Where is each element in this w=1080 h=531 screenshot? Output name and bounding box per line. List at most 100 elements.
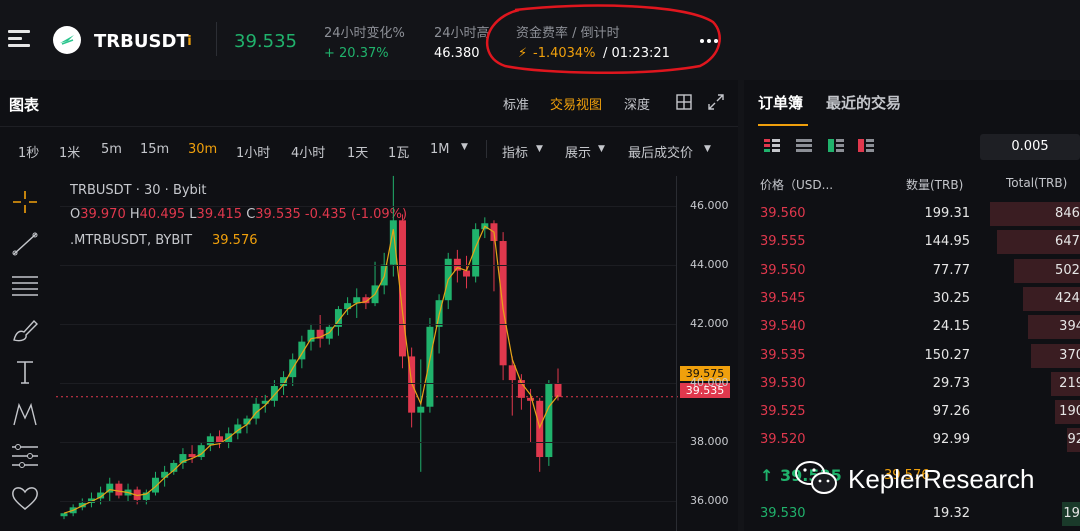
ask-qty: 97.26 — [932, 404, 970, 420]
tab-orderbook[interactable]: 订单簿 — [758, 92, 803, 113]
ask-price: 39.540 — [760, 319, 806, 335]
symbol-name[interactable]: TRBUSDT — [94, 31, 189, 52]
y-tick-label: 44.000 — [690, 257, 729, 271]
y-tick-label: 42.000 — [690, 316, 729, 330]
candle-body — [426, 326, 434, 407]
crosshair-icon[interactable] — [10, 188, 40, 216]
candle-body — [115, 483, 123, 496]
candle-body — [463, 270, 471, 277]
ask-row[interactable]: 39.530 29.73 219 — [744, 370, 1080, 396]
ask-qty: 92.99 — [932, 432, 970, 448]
tab-recent-trades[interactable]: 最近的交易 — [826, 92, 901, 113]
interval-1d[interactable]: 1天 — [347, 142, 368, 161]
annotation-circle — [485, 4, 721, 74]
change-label: 24小时变化% — [324, 26, 405, 41]
y-tick-label: 40.000 — [690, 376, 729, 390]
view-bids-icon[interactable] — [828, 138, 846, 154]
indicators-button[interactable]: 指标 — [502, 142, 528, 161]
tab-standard[interactable]: 标准 — [503, 94, 529, 113]
mark-price-line — [63, 225, 559, 514]
divider — [0, 126, 738, 127]
ask-total: 370 — [1059, 347, 1080, 363]
last-price: 39.535 — [234, 31, 297, 52]
bid-qty: 19.32 — [932, 506, 970, 521]
ask-total: 394 — [1059, 319, 1080, 335]
candle-body — [270, 386, 278, 401]
bid-row[interactable]: 39.530 19.32 19. — [744, 500, 1080, 526]
ask-row[interactable]: 39.520 92.99 92 — [744, 426, 1080, 453]
change-value: + 20.37% — [324, 46, 389, 61]
pattern-icon[interactable] — [10, 400, 40, 428]
ask-row[interactable]: 39.560 199.31 846. — [744, 200, 1080, 226]
grid-line — [60, 323, 676, 325]
view-both-icon[interactable] — [764, 138, 782, 154]
ask-qty: 24.15 — [932, 319, 970, 335]
ask-total: 846. — [1055, 206, 1080, 221]
interval-15m[interactable]: 15m — [140, 142, 169, 157]
candlestick-chart[interactable] — [56, 170, 680, 531]
interval-1m[interactable]: 1米 — [59, 142, 80, 161]
wechat-logo-icon — [794, 458, 837, 494]
interval-1h[interactable]: 1小时 — [236, 142, 270, 161]
ask-row[interactable]: 39.540 24.15 394 — [744, 313, 1080, 340]
ask-row[interactable]: 39.525 97.26 190 — [744, 398, 1080, 425]
measure-icon[interactable] — [10, 442, 40, 470]
favorite-heart-icon[interactable] — [10, 484, 40, 512]
brush-icon[interactable] — [10, 316, 40, 344]
ask-row[interactable]: 39.550 77.77 502. — [744, 257, 1080, 283]
col-qty-header: 数量(TRB) — [906, 178, 964, 192]
ask-qty: 30.25 — [932, 290, 970, 306]
text-tool-icon[interactable] — [10, 358, 40, 386]
candle-body — [151, 477, 159, 493]
chevron-down-icon: ▼ — [536, 144, 543, 154]
ask-row[interactable]: 39.545 30.25 424. — [744, 285, 1080, 311]
tab-depth[interactable]: 深度 — [624, 94, 650, 113]
chevron-down-icon[interactable]: ▼ — [461, 142, 468, 152]
ask-price: 39.530 — [760, 375, 806, 391]
candle-body — [527, 397, 535, 401]
mid-price-arrow-icon: ↑ — [760, 466, 774, 485]
chart-title: 图表 — [9, 96, 40, 114]
y-tick-label: 38.000 — [690, 435, 729, 449]
fullscreen-icon[interactable] — [708, 94, 724, 110]
divider — [486, 140, 487, 158]
ask-qty: 150.27 — [924, 347, 971, 363]
ask-qty: 144.95 — [924, 234, 971, 250]
chart-panel: 图表 标准 交易视图 深度 1秒 1米 5m 15m 30m 1小时 4小时 1… — [0, 80, 738, 531]
bid-price: 39.530 — [760, 506, 806, 521]
interval-1M[interactable]: 1M — [430, 142, 450, 157]
ask-price: 39.535 — [760, 347, 806, 363]
info-icon[interactable]: i — [183, 34, 196, 49]
top-bar: TRBUSDT i 39.535 24小时变化% + 20.37% 24小时高 … — [0, 0, 1080, 76]
price-type-button[interactable]: 最后成交价 — [628, 142, 693, 161]
interval-1s[interactable]: 1秒 — [18, 142, 39, 161]
view-asks-icon[interactable] — [796, 138, 814, 154]
trendline-icon[interactable] — [10, 230, 40, 258]
display-button[interactable]: 展示 — [565, 142, 591, 161]
grid-line — [60, 442, 676, 444]
menu-icon[interactable] — [8, 30, 30, 48]
candle-body — [206, 436, 214, 446]
tick-size-select[interactable]: 0.005 — [980, 134, 1080, 160]
candle-body — [417, 406, 425, 413]
candle-body — [536, 400, 544, 458]
ask-row[interactable]: 39.535 150.27 370 — [744, 342, 1080, 368]
layout-grid-icon[interactable] — [676, 94, 692, 110]
ask-price: 39.525 — [760, 404, 806, 420]
tab-tradingview[interactable]: 交易视图 — [550, 94, 602, 113]
candle-body — [508, 365, 516, 381]
ask-row[interactable]: 39.555 144.95 647. — [744, 228, 1080, 255]
ask-qty: 77.77 — [932, 262, 970, 278]
interval-4h[interactable]: 4小时 — [291, 142, 325, 161]
watermark-text: KeplerResearch — [848, 464, 1035, 494]
interval-5m[interactable]: 5m — [101, 142, 122, 157]
horizontal-lines-icon[interactable] — [10, 272, 40, 300]
interval-1w[interactable]: 1瓦 — [388, 142, 409, 161]
view-sells-icon[interactable] — [858, 138, 876, 154]
ask-price: 39.555 — [760, 234, 806, 250]
grid-line — [60, 383, 676, 385]
ask-total: 92 — [1067, 432, 1080, 448]
interval-30m[interactable]: 30m — [188, 142, 217, 157]
candle-body — [499, 241, 507, 366]
ask-total: 219 — [1059, 375, 1080, 391]
